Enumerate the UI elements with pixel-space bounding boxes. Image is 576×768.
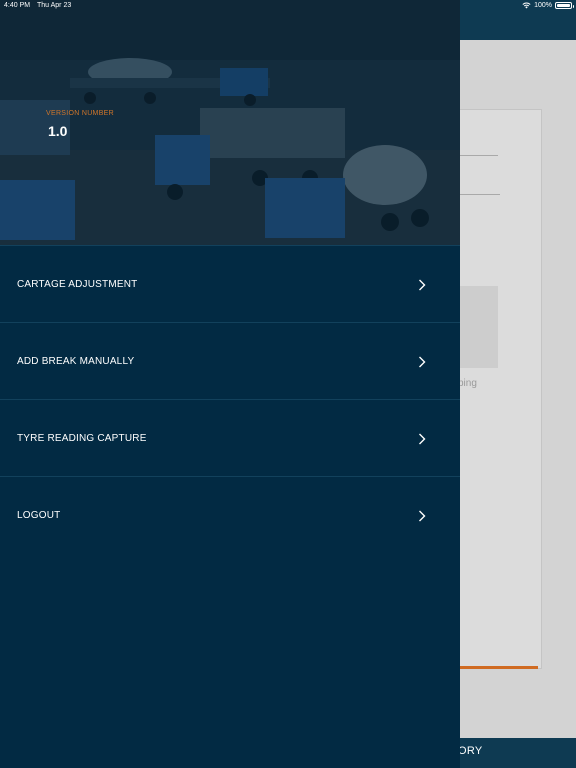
battery-percent: 100% <box>534 2 552 9</box>
drawer-header-image: VERSION NUMBER 1.0 <box>0 0 460 245</box>
menu-item-label: CARTAGE ADJUSTMENT <box>17 279 138 290</box>
status-time: 4:40 PM <box>4 2 31 9</box>
status-date: Thu Apr 23 <box>37 2 72 9</box>
status-indicators: 100% <box>522 2 574 9</box>
version-label: VERSION NUMBER <box>46 110 114 117</box>
chevron-right-icon <box>419 356 426 368</box>
navigation-drawer: VERSION NUMBER 1.0 CARTAGE ADJUSTMENT AD… <box>0 0 460 768</box>
image-overlay <box>0 0 460 245</box>
menu-item-tyre-reading-capture[interactable]: TYRE READING CAPTURE <box>0 399 460 476</box>
version-number: 1.0 <box>48 123 68 139</box>
chevron-right-icon <box>419 433 426 445</box>
wifi-icon <box>522 2 531 9</box>
menu-item-label: TYRE READING CAPTURE <box>17 433 147 444</box>
chevron-right-icon <box>419 510 426 522</box>
tab-label[interactable]: ORY <box>458 745 483 757</box>
menu-item-cartage-adjustment[interactable]: CARTAGE ADJUSTMENT <box>0 245 460 322</box>
menu-item-add-break-manually[interactable]: ADD BREAK MANUALLY <box>0 322 460 399</box>
menu-item-logout[interactable]: LOGOUT <box>0 476 460 553</box>
status-bar: 4:40 PM Thu Apr 23 100% <box>0 0 576 12</box>
battery-icon <box>555 2 574 9</box>
chevron-right-icon <box>419 279 426 291</box>
menu-item-label: LOGOUT <box>17 510 61 521</box>
menu-item-label: ADD BREAK MANUALLY <box>17 356 135 367</box>
drawer-menu: CARTAGE ADJUSTMENT ADD BREAK MANUALLY TY… <box>0 245 460 553</box>
faint-text: ping <box>458 378 477 389</box>
